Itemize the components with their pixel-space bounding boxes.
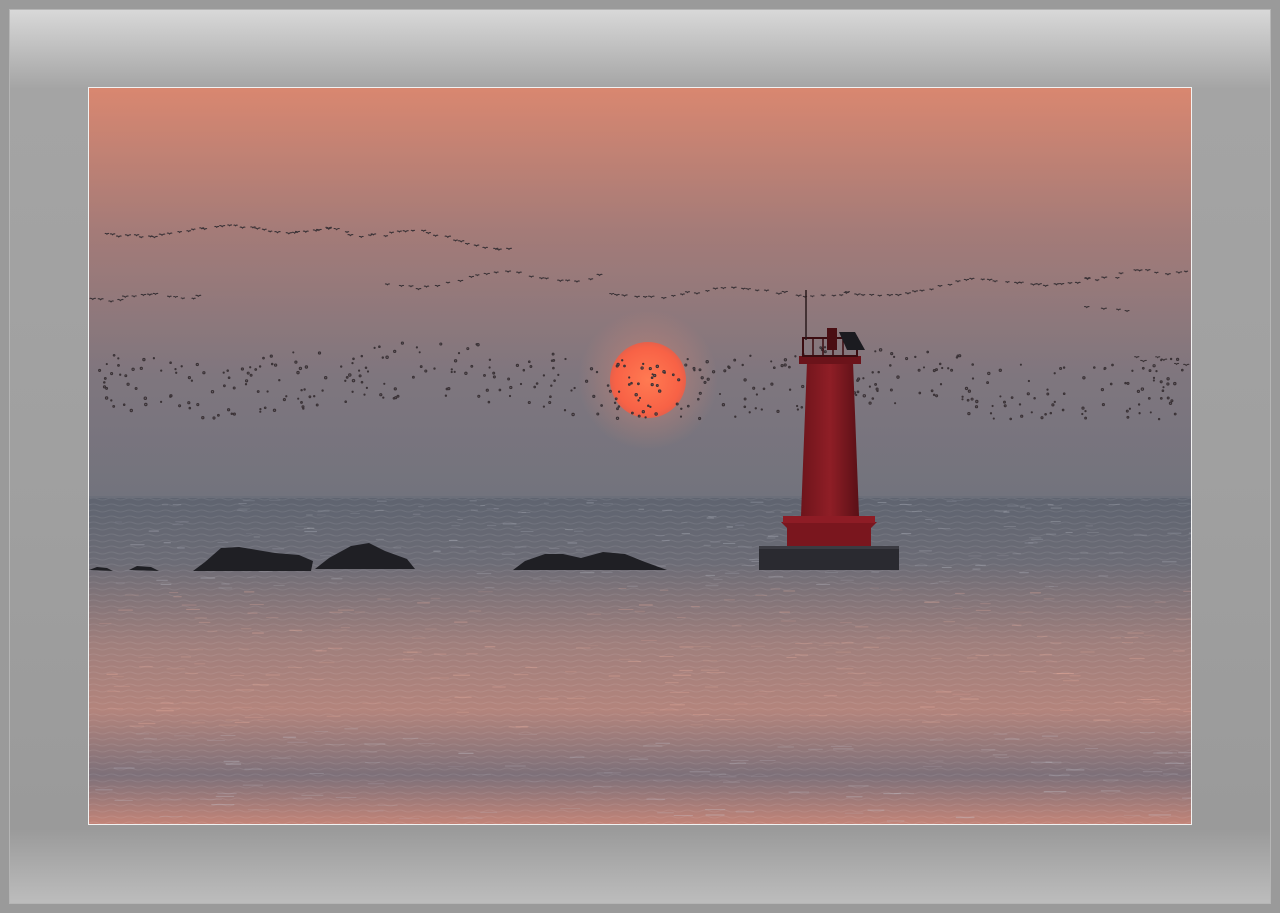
horizon-line — [89, 496, 1191, 498]
lighthouse-tower — [801, 362, 859, 516]
sea-ripples — [89, 498, 1191, 824]
seascape-image — [89, 88, 1191, 824]
lighthouse-base — [759, 546, 899, 570]
photo — [88, 87, 1192, 825]
lighthouse-plinth — [781, 522, 877, 546]
lighthouse-lantern — [827, 328, 837, 350]
picture-frame — [0, 0, 1280, 913]
